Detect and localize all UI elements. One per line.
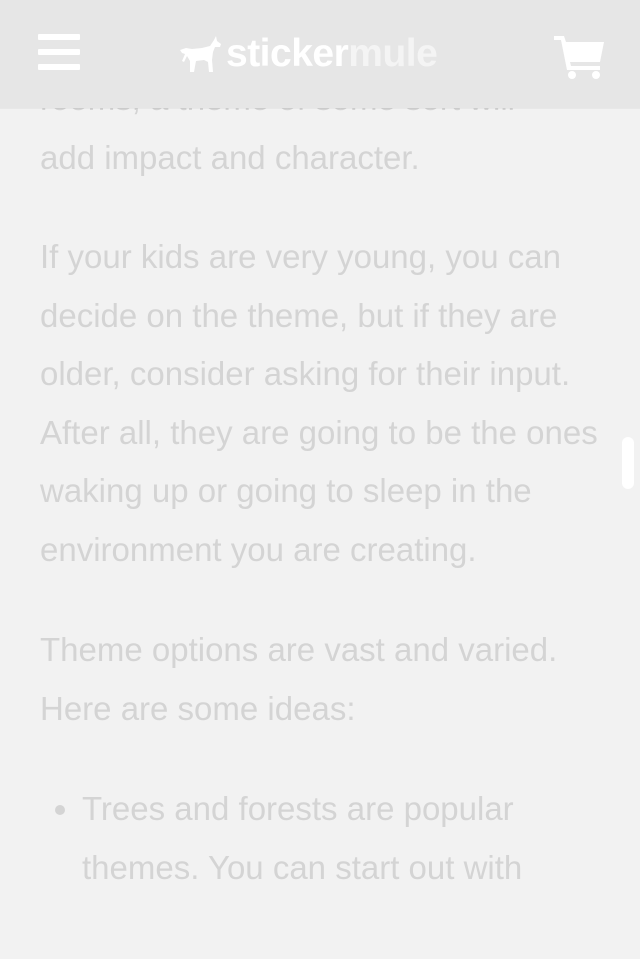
theme-ideas-list: Trees and forests are popular themes. Yo… [40, 780, 606, 897]
brand-mule: mule [348, 32, 438, 75]
brand-wordmark: stickermule [226, 32, 438, 76]
page: rooms, a theme of some sort willadd impa… [0, 0, 640, 959]
menu-bar-line [38, 64, 80, 70]
article-paragraph: Theme options are vast and varied. Here … [40, 631, 558, 727]
article-content: rooms, a theme of some sort willadd impa… [40, 70, 606, 897]
hamburger-menu-icon[interactable] [30, 28, 88, 80]
menu-bar-line [38, 49, 80, 55]
article-paragraph: If your kids are very young, you can dec… [40, 238, 598, 568]
mule-logo-icon [180, 36, 221, 72]
cart-glyph [554, 36, 604, 79]
paragraph-text: add impact and character. [40, 138, 420, 176]
sticker-mule-logo[interactable]: stickermule [178, 28, 438, 80]
scrollbar-thumb[interactable] [622, 437, 634, 489]
menu-bar-line [38, 34, 80, 40]
top-navigation-bar: stickermule [0, 0, 640, 108]
shopping-cart-icon[interactable] [552, 30, 608, 80]
brand-sticker: sticker [226, 32, 349, 75]
list-item: Trees and forests are popular themes. Yo… [82, 780, 606, 897]
